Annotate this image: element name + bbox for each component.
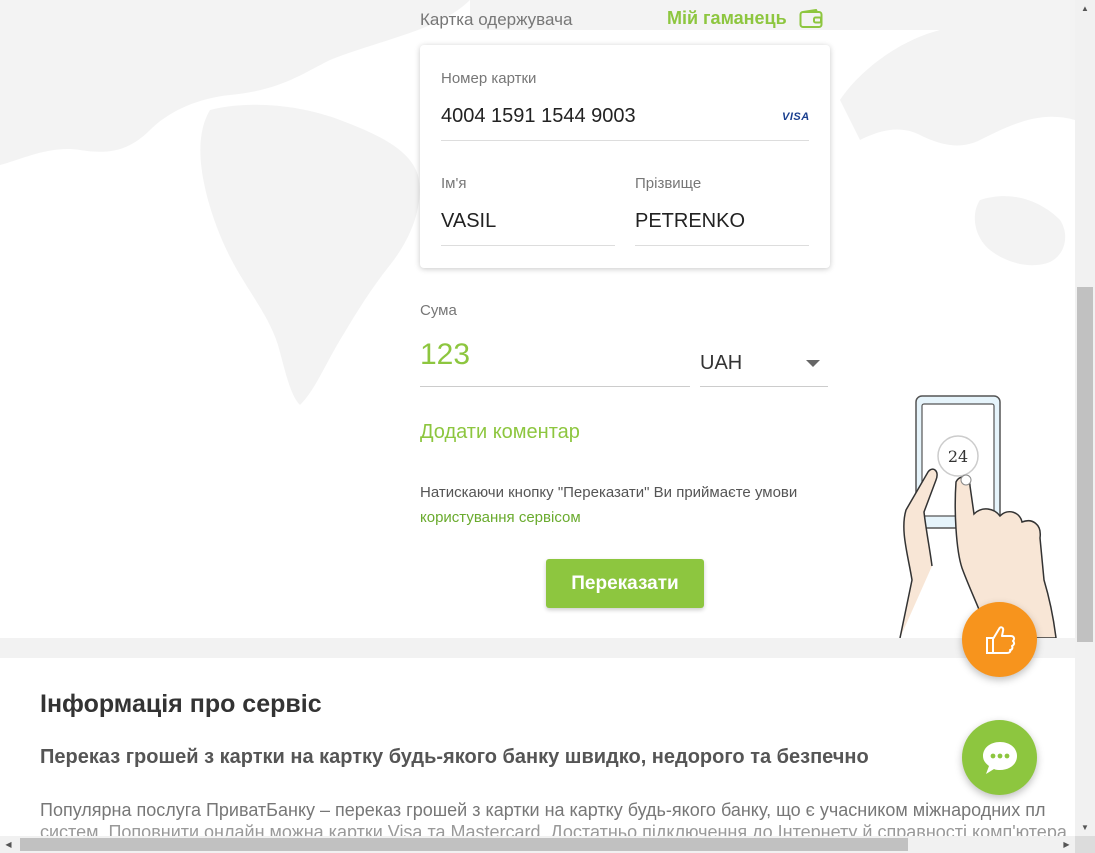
chat-bubble-icon bbox=[982, 741, 1017, 774]
thumbs-up-icon bbox=[985, 625, 1015, 654]
my-wallet-label: Мій гаманець bbox=[667, 8, 787, 28]
last-name-underline bbox=[635, 245, 809, 246]
chevron-down-icon[interactable] bbox=[806, 360, 820, 367]
vertical-scrollbar[interactable]: ▲ ▼ bbox=[1075, 0, 1095, 836]
last-name-input[interactable]: PETRENKO bbox=[635, 210, 745, 233]
add-comment-link[interactable]: Додати коментар bbox=[420, 421, 580, 444]
page-viewport: Картка одержувача Мій гаманець Номер кар… bbox=[0, 0, 1075, 836]
info-paragraph: Популярна послуга ПриватБанку – переказ … bbox=[40, 800, 1046, 820]
card-number-label: Номер картки bbox=[441, 70, 537, 87]
recipient-card-label: Картка одержувача bbox=[420, 10, 573, 29]
scrollbar-corner bbox=[1075, 836, 1095, 853]
first-name-label: Ім'я bbox=[441, 175, 467, 192]
vertical-scrollbar-thumb[interactable] bbox=[1077, 287, 1093, 642]
first-name-underline bbox=[441, 245, 615, 246]
terms-of-service-link[interactable]: користування сервісом bbox=[420, 509, 581, 526]
scroll-up-arrow-icon[interactable]: ▲ bbox=[1075, 0, 1095, 17]
wallet-icon bbox=[799, 8, 823, 28]
scroll-left-arrow-icon[interactable]: ◀ bbox=[0, 836, 17, 853]
transfer-button[interactable]: Переказати bbox=[546, 559, 704, 608]
recipient-card-form: Номер картки 4004 1591 1544 9003 VISA Ім… bbox=[420, 45, 830, 268]
currency-select[interactable]: UAH bbox=[700, 352, 742, 375]
scroll-down-arrow-icon[interactable]: ▼ bbox=[1075, 819, 1095, 836]
my-wallet-link[interactable]: Мій гаманець bbox=[667, 8, 823, 29]
info-paragraph-cut: систем. Поповнити онлайн можна картки Vi… bbox=[40, 822, 1067, 836]
feedback-like-button[interactable] bbox=[962, 602, 1037, 677]
last-name-label: Прізвище bbox=[635, 175, 702, 192]
visa-logo: VISA bbox=[782, 111, 810, 123]
card-number-input[interactable]: 4004 1591 1544 9003 bbox=[441, 105, 636, 128]
card-number-underline bbox=[441, 140, 809, 141]
phone-hands-illustration: 24 bbox=[899, 395, 1057, 638]
first-name-input[interactable]: VASIL bbox=[441, 210, 496, 233]
terms-notice: Натискаючи кнопку "Переказати" Ви прийма… bbox=[420, 480, 810, 530]
chat-button[interactable] bbox=[962, 720, 1037, 795]
sum-underline bbox=[420, 386, 690, 387]
horizontal-scrollbar[interactable]: ◀ ▶ bbox=[0, 836, 1075, 853]
sum-label: Сума bbox=[420, 302, 457, 319]
horizontal-scrollbar-thumb[interactable] bbox=[20, 838, 908, 851]
scroll-right-arrow-icon[interactable]: ▶ bbox=[1058, 836, 1075, 853]
currency-underline bbox=[700, 386, 828, 387]
info-subtitle: Переказ грошей з картки на картку будь-я… bbox=[40, 746, 869, 768]
24-badge-text: 24 bbox=[948, 447, 968, 466]
terms-text: Натискаючи кнопку "Переказати" Ви прийма… bbox=[420, 484, 798, 501]
section-divider bbox=[0, 638, 1075, 658]
sum-input[interactable]: 123 bbox=[420, 338, 470, 372]
info-title: Інформація про сервіс bbox=[40, 690, 322, 718]
